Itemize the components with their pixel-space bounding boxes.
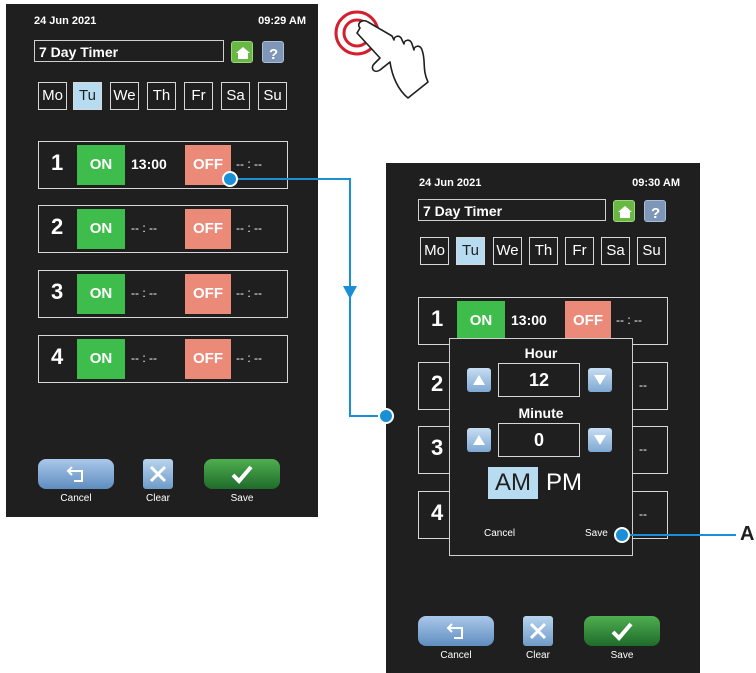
- row-number: 4: [51, 344, 64, 369]
- day-tu[interactable]: Tu: [456, 237, 485, 265]
- off-time[interactable]: -- : --: [616, 313, 642, 327]
- row-number: 1: [51, 150, 64, 175]
- save-label: Save: [610, 650, 634, 661]
- day-mo[interactable]: Mo: [38, 82, 67, 110]
- day-su[interactable]: Su: [637, 237, 666, 265]
- day-fr[interactable]: Fr: [565, 237, 594, 265]
- hour-value[interactable]: 12: [498, 363, 580, 397]
- svg-text:?: ?: [651, 205, 660, 220]
- clear-button[interactable]: [143, 459, 173, 489]
- time-label: 09:29 AM: [258, 15, 306, 27]
- day-sa[interactable]: Sa: [601, 237, 630, 265]
- date-label: 24 Jun 2021: [419, 177, 482, 189]
- row-number: 1: [431, 306, 444, 331]
- touch-gesture-icon: [334, 10, 429, 99]
- minute-value[interactable]: 0: [498, 423, 580, 457]
- close-icon: [529, 622, 547, 640]
- clear-label: Clear: [146, 493, 170, 504]
- close-icon: [149, 465, 167, 483]
- row-number: 3: [431, 435, 444, 460]
- hour-down-icon[interactable]: [588, 368, 612, 392]
- row-number: 3: [51, 279, 64, 304]
- help-icon[interactable]: ?: [262, 41, 284, 63]
- on-time[interactable]: -- : --: [131, 221, 157, 235]
- clear-button[interactable]: [523, 616, 553, 646]
- checkmark-icon: [231, 465, 253, 484]
- day-mo[interactable]: Mo: [420, 237, 449, 265]
- timer-row-4: 4 ON -- : -- OFF -- : --: [38, 335, 288, 383]
- day-we[interactable]: We: [493, 237, 522, 265]
- on-button[interactable]: ON: [77, 339, 125, 379]
- row-number: 4: [431, 500, 444, 525]
- day-su[interactable]: Su: [258, 82, 287, 110]
- time-picker-dialog: Hour 12 Minute 0 AM PM Cancel Save: [449, 338, 633, 556]
- row-number: 2: [431, 371, 444, 396]
- cancel-button[interactable]: [418, 616, 494, 646]
- minute-up-icon[interactable]: [467, 428, 491, 452]
- save-label: Save: [230, 493, 254, 504]
- off-time[interactable]: -- : --: [236, 221, 262, 235]
- off-time[interactable]: -- : --: [236, 157, 262, 171]
- timer-row-3: 3 ON -- : -- OFF -- : --: [38, 270, 288, 318]
- timer-title-field[interactable]: 7 Day Timer: [34, 40, 224, 62]
- back-arrow-icon: [66, 466, 83, 482]
- timer-row-1: 1 ON 13:00 OFF -- : --: [38, 141, 288, 189]
- off-time[interactable]: -- : --: [236, 286, 262, 300]
- timer-screen-before: 24 Jun 2021 09:29 AM 7 Day Timer ? Mo Tu…: [6, 4, 318, 517]
- date-label: 24 Jun 2021: [34, 15, 97, 27]
- callout-label: A: [740, 523, 755, 545]
- cancel-button[interactable]: [38, 459, 114, 489]
- on-time[interactable]: -- : --: [131, 286, 157, 300]
- off-button[interactable]: OFF: [185, 274, 231, 314]
- on-time[interactable]: -- : --: [131, 351, 157, 365]
- am-toggle[interactable]: AM: [488, 467, 538, 499]
- time-label: 09:30 AM: [632, 177, 680, 189]
- timer-screen-after: 24 Jun 2021 09:30 AM 7 Day Timer ? Mo Tu…: [386, 163, 700, 673]
- off-button[interactable]: OFF: [185, 339, 231, 379]
- hour-up-icon[interactable]: [467, 368, 491, 392]
- day-sa[interactable]: Sa: [221, 82, 250, 110]
- save-button[interactable]: [204, 459, 280, 489]
- off-time[interactable]: --: [639, 378, 647, 392]
- day-tu[interactable]: Tu: [73, 82, 102, 110]
- timer-row-2: 2 ON -- : -- OFF -- : --: [38, 205, 288, 253]
- minute-down-icon[interactable]: [588, 428, 612, 452]
- off-time[interactable]: --: [639, 442, 647, 456]
- off-time[interactable]: -- : --: [236, 351, 262, 365]
- clear-label: Clear: [526, 650, 550, 661]
- off-button[interactable]: OFF: [185, 145, 231, 185]
- cancel-label: Cancel: [60, 493, 92, 504]
- back-arrow-icon: [446, 623, 463, 639]
- popup-save-button[interactable]: Save: [585, 528, 608, 539]
- timer-title-field[interactable]: 7 Day Timer: [418, 199, 606, 221]
- cancel-label: Cancel: [440, 650, 472, 661]
- on-time[interactable]: 13:00: [131, 156, 167, 172]
- save-button[interactable]: [584, 616, 660, 646]
- on-button[interactable]: ON: [457, 301, 505, 341]
- home-icon[interactable]: [231, 41, 253, 63]
- popup-cancel-button[interactable]: Cancel: [484, 528, 515, 539]
- day-fr[interactable]: Fr: [184, 82, 213, 110]
- off-time[interactable]: --: [639, 507, 647, 521]
- help-icon[interactable]: ?: [644, 200, 666, 222]
- row-number: 2: [51, 214, 64, 239]
- off-button[interactable]: OFF: [565, 301, 611, 341]
- minute-label: Minute: [518, 405, 564, 421]
- on-time[interactable]: 13:00: [511, 312, 547, 328]
- day-th[interactable]: Th: [529, 237, 558, 265]
- day-th[interactable]: Th: [147, 82, 176, 110]
- on-button[interactable]: ON: [77, 209, 125, 249]
- home-icon[interactable]: [613, 200, 635, 222]
- on-button[interactable]: ON: [77, 274, 125, 314]
- pm-toggle[interactable]: PM: [546, 467, 582, 499]
- hour-label: Hour: [524, 345, 558, 361]
- svg-text:?: ?: [269, 46, 278, 61]
- off-button[interactable]: OFF: [185, 209, 231, 249]
- on-button[interactable]: ON: [77, 145, 125, 185]
- day-we[interactable]: We: [110, 82, 139, 110]
- checkmark-icon: [611, 622, 633, 641]
